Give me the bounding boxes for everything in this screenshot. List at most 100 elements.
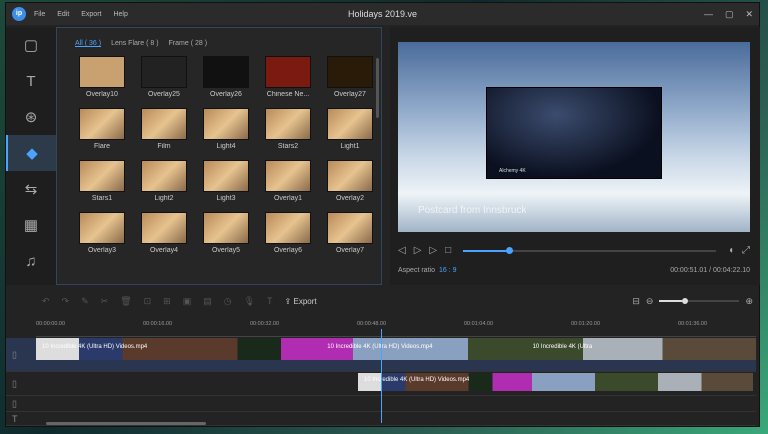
overlay-label: Overlay1 [273,195,302,202]
overlay-label: Stars2 [277,143,299,150]
overlay-thumbnail [79,160,125,192]
overlay-thumbnail [141,160,187,192]
time-display: 00:00:51.01 / 00:04:22.10 [670,267,750,274]
overlay-item[interactable]: Flare [71,108,133,150]
timeline-clip[interactable]: 10 Incredible 4K (Ultra HD) Videos.mp4 [358,373,753,391]
menu-edit[interactable]: Edit [57,11,69,18]
crop-icon[interactable]: ⊡ [144,296,152,307]
mosaic-icon[interactable]: ▣ [183,296,192,307]
overlay-item[interactable]: Overlay27 [319,56,381,98]
timeline-clip[interactable]: 10 Incredible 4K (Ultra HD) Videos.mp4 10… [36,338,756,360]
freeze-icon[interactable]: ▤ [203,296,212,307]
overlay-item[interactable]: Light2 [133,160,195,202]
next-frame-icon[interactable]: ▷ [429,245,437,256]
maximize-icon[interactable]: ▢ [725,9,734,20]
overlay-grid: Overlay10 Overlay25 Overlay26 Chinese Ne...… [71,56,381,254]
undo-icon[interactable]: ↶ [42,296,50,307]
overlay-label: Light1 [340,143,360,150]
overlay-thumbnail [141,212,187,244]
menu-help[interactable]: Help [113,11,127,18]
ruler-tick-label: 00:00:32.00 [250,321,280,327]
delete-icon[interactable]: 🗑 [120,296,131,307]
overlay-item[interactable]: Overlay3 [71,212,133,254]
tab-lens-flare[interactable]: Lens Flare ( 8 ) [111,40,158,47]
sidebar-item-overlay[interactable]: ◆ [6,135,56,171]
sidebar-item-filter[interactable]: ⊛ [6,99,56,135]
overlay-label: Film [157,143,171,150]
zoom-icon[interactable]: ⊞ [163,296,171,307]
timeline-scrollbar[interactable] [46,422,206,425]
overlay-item[interactable]: Light1 [319,108,381,150]
sidebar-item-text[interactable]: T [6,63,56,99]
library-scrollbar[interactable] [376,58,379,118]
overlay-label: Overlay7 [335,247,364,254]
overlay-item[interactable]: Overlay26 [195,56,257,98]
stop-icon[interactable]: □ [445,245,451,256]
pip-overlay[interactable]: Alchemy 4K [486,87,662,179]
tab-frame[interactable]: Frame ( 28 ) [169,40,208,47]
sidebar: ▢ T ⊛ ◆ ⇆ ▦ ♫ [6,27,56,285]
overlay-item[interactable]: Overlay2 [319,160,381,202]
video-track-icon: ▯ [12,378,17,388]
overlay-item[interactable]: Stars2 [257,108,319,150]
close-icon[interactable]: ✕ [745,9,753,20]
overlay-item[interactable]: Overlay1 [257,160,319,202]
menu-bar: File Edit Export Help [34,11,138,18]
fullscreen-icon[interactable]: ⤢ [742,245,750,256]
overlay-thumbnail [327,160,373,192]
overlay-item[interactable]: Light3 [195,160,257,202]
overlay-label: Light3 [216,195,236,202]
overlay-item[interactable]: Overlay4 [133,212,195,254]
overlay-item[interactable]: Overlay5 [195,212,257,254]
mic-icon[interactable]: 🎙 [244,296,255,307]
speed-icon[interactable]: ◷ [224,296,232,307]
fit-icon[interactable]: ⊟ [632,296,640,307]
playhead[interactable] [381,329,382,423]
overlay-item[interactable]: Overlay7 [319,212,381,254]
edit-icon[interactable]: ✎ [81,296,89,307]
overlay-item[interactable]: Film [133,108,195,150]
media-icon: ▢ [23,37,39,54]
overlay-label: Chinese Ne... [266,91,310,98]
overlay-thumbnail [327,212,373,244]
zoom-out-icon[interactable]: ⊖ [646,296,654,307]
redo-icon[interactable]: ↷ [62,296,70,307]
prev-frame-icon[interactable]: ◁ [398,245,406,256]
playback-slider[interactable] [463,246,716,254]
export-button[interactable]: ⇪ Export [285,297,317,306]
cut-icon[interactable]: ✂ [101,296,109,307]
overlay-item[interactable]: Light4 [195,108,257,150]
ruler-tick-label: 00:00:48.00 [357,321,387,327]
overlay-item[interactable]: Stars1 [71,160,133,202]
overlay-item[interactable]: Overlay25 [133,56,195,98]
overlay-item[interactable]: Overlay10 [71,56,133,98]
sidebar-item-transition[interactable]: ⇆ [6,171,56,207]
minimize-icon[interactable]: — [704,9,713,20]
menu-export[interactable]: Export [81,11,101,18]
overlay-thumbnail [265,56,311,88]
overlay-item[interactable]: Overlay6 [257,212,319,254]
menu-file[interactable]: File [34,11,45,18]
overlay-thumbnail [327,108,373,140]
text-icon: T [26,72,36,90]
sidebar-item-film[interactable]: ▦ [6,207,56,243]
overlay-item[interactable]: Chinese Ne... [257,56,319,98]
overlay-label: Overlay5 [211,247,240,254]
tab-all[interactable]: All ( 36 ) [75,40,101,47]
app-window: ip File Edit Export Help Holidays 2019.v… [5,2,760,427]
tts-icon[interactable]: T [267,296,273,306]
volume-icon[interactable]: ◖ [728,245,734,256]
overlay-label: Light4 [216,143,236,150]
zoom-slider[interactable] [659,298,740,304]
overlay-label: Overlay27 [334,91,366,98]
play-icon[interactable]: ▷ [414,245,422,256]
timeline-ruler[interactable]: 00:00:00.00 00:00:16.00 00:00:32.00 00:00:4… [36,319,756,337]
music-icon: ♫ [25,252,37,270]
preview-panel: Alchemy 4K Postcard from Innsbruck ◁ ▷ ▷… [390,27,760,285]
video-track-icon: ▯ [12,349,17,359]
sidebar-item-music[interactable]: ♫ [6,243,56,279]
zoom-in-icon[interactable]: ⊕ [745,296,753,307]
aspect-value[interactable]: 16 : 9 [439,267,457,274]
overlay-thumbnail [327,56,373,88]
sidebar-item-media[interactable]: ▢ [6,27,56,63]
